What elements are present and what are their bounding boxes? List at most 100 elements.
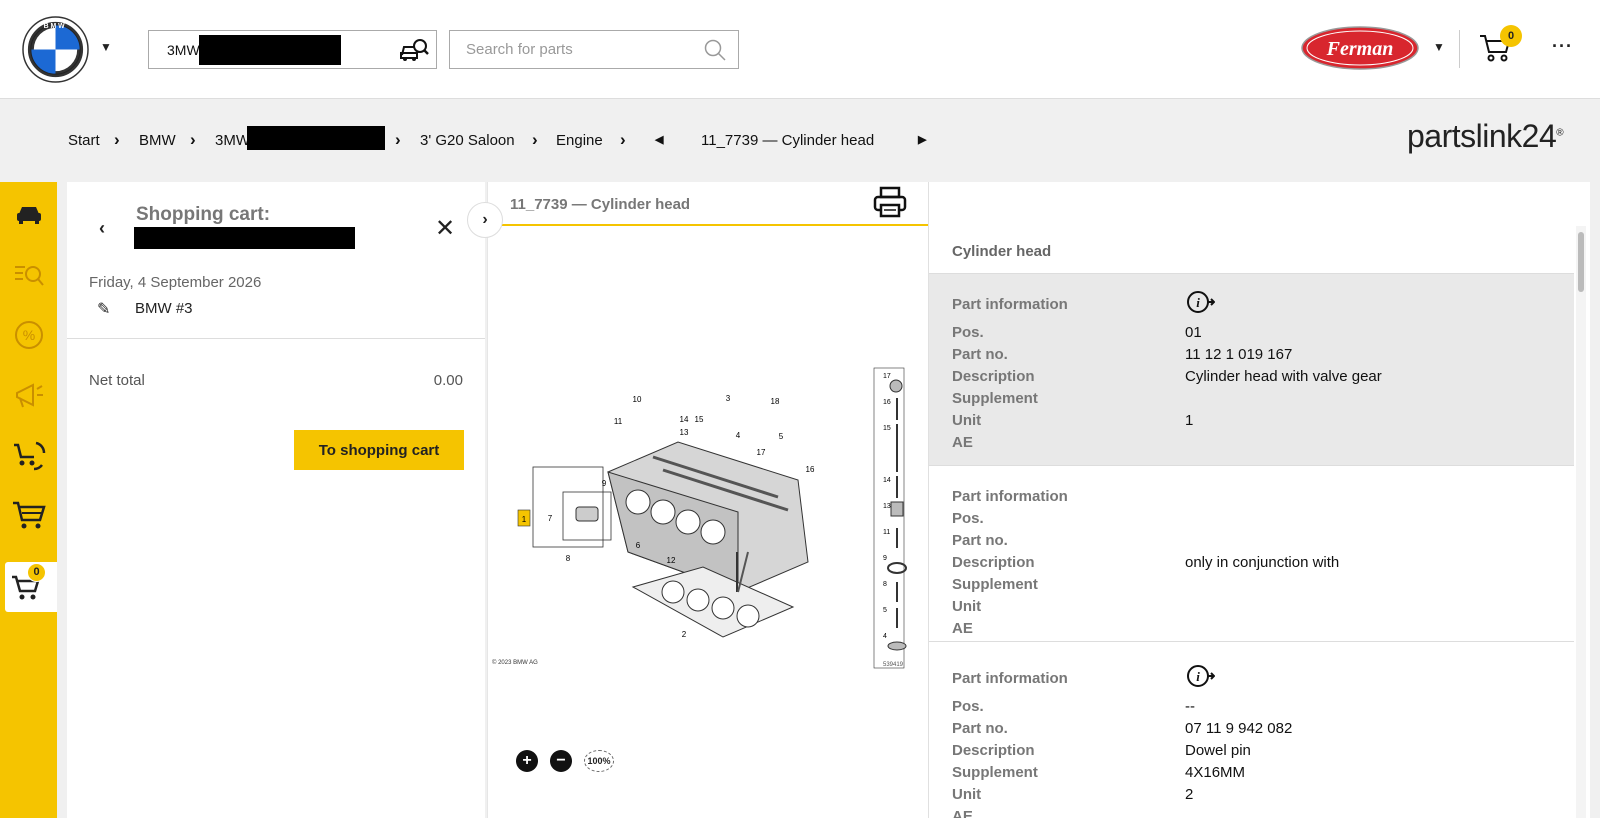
breadcrumb: Start › BMW › 3MW › 3' G20 Saloon › Engi… <box>0 100 1600 180</box>
part-description: Cylinder head with valve gear <box>1185 368 1382 385</box>
breadcrumb-chevron-icon: › <box>114 130 120 149</box>
part-row[interactable]: Part information i Pos. 01 Part no. 11 1… <box>929 273 1574 465</box>
divider <box>67 338 485 339</box>
cart-count-badge: 0 <box>1500 25 1522 47</box>
scrollbar-track[interactable] <box>1576 226 1586 818</box>
callout-11[interactable]: 11 <box>614 417 623 426</box>
top-bar: B M W ▼ 3MW Ferman ▼ 0 ··· <box>0 0 1600 99</box>
callout-13[interactable]: 13 <box>680 428 689 437</box>
part-number[interactable]: 11 12 1 019 167 <box>1185 346 1292 363</box>
left-rail: % <box>0 182 57 818</box>
breadcrumb-vin[interactable]: 3MW <box>215 132 250 149</box>
percent-icon: % <box>15 321 43 349</box>
part-unit: 1 <box>1185 412 1194 429</box>
breadcrumb-chevron-icon: › <box>395 130 401 149</box>
callout-14[interactable]: 14 <box>680 415 689 424</box>
partslink-logo: partslink24® <box>1407 118 1564 154</box>
part-number[interactable]: 07 11 9 942 082 <box>1185 720 1292 737</box>
callout-15[interactable]: 15 <box>695 415 704 424</box>
bmw-logo-icon[interactable]: B M W <box>22 16 89 83</box>
callout-9[interactable]: 9 <box>602 479 607 488</box>
callout-5[interactable]: 5 <box>779 432 784 441</box>
shopping-cart-panel: ‹ Shopping cart: ✕ Friday, 4 September 2… <box>67 182 485 818</box>
previous-diagram-icon[interactable]: ◀ <box>655 133 663 146</box>
offers-rail-item[interactable]: % <box>9 315 49 355</box>
svg-text:1: 1 <box>522 515 527 524</box>
megaphone-icon <box>16 383 43 408</box>
callout-7[interactable]: 7 <box>548 514 553 523</box>
exchange-cart-icon <box>14 441 46 471</box>
zoom-out-button[interactable]: − <box>550 750 572 772</box>
close-icon[interactable]: ✕ <box>435 214 455 243</box>
callout-10[interactable]: 10 <box>633 395 642 404</box>
vin-input[interactable]: 3MW <box>148 30 437 69</box>
cart-date: Friday, 4 September 2026 <box>89 274 262 291</box>
callout-17[interactable]: 17 <box>757 448 766 457</box>
back-chevron-icon[interactable]: ‹ <box>99 218 105 239</box>
edit-pencil-icon[interactable]: ✎ <box>97 299 110 319</box>
redacted-vin <box>199 35 341 65</box>
net-total-label: Net total <box>89 372 145 389</box>
diagram-copyright: © 2023 BMW AG <box>492 659 538 666</box>
svg-text:14: 14 <box>883 477 891 484</box>
callout-4[interactable]: 4 <box>736 431 741 440</box>
zoom-reset-button[interactable]: 100% <box>584 750 614 772</box>
exploded-parts-diagram[interactable]: 1 2 3 4 5 6 7 8 9 10 11 12 13 14 15 16 1… <box>488 362 929 688</box>
header-divider <box>1459 30 1460 68</box>
callout-18[interactable]: 18 <box>771 397 780 406</box>
callout-8[interactable]: 8 <box>566 554 571 563</box>
cart-name: BMW #3 <box>135 300 193 317</box>
exchange-rail-item[interactable] <box>9 435 49 475</box>
svg-text:B M W: B M W <box>44 23 66 30</box>
svg-text:5: 5 <box>883 607 887 614</box>
to-shopping-cart-button[interactable]: To shopping cart <box>294 430 464 470</box>
rail-cart-badge: 0 <box>27 563 46 582</box>
scrollbar-thumb[interactable] <box>1578 232 1584 292</box>
parts-search-input[interactable] <box>466 41 686 58</box>
vehicle-search-icon[interactable] <box>399 37 429 63</box>
svg-text:4: 4 <box>883 633 887 640</box>
part-row: Part information Pos. Part no. Descripti… <box>929 465 1574 641</box>
net-total-value: 0.00 <box>433 372 463 389</box>
dealer-dropdown-caret-icon[interactable]: ▼ <box>1433 40 1445 54</box>
part-section-title: Cylinder head <box>952 243 1052 260</box>
next-diagram-icon[interactable]: ▶ <box>918 133 926 146</box>
callout-6[interactable]: 6 <box>636 541 641 550</box>
svg-text:13: 13 <box>883 503 891 510</box>
dealer-logo[interactable]: Ferman <box>1300 25 1420 71</box>
expand-panel-chevron-icon[interactable]: › <box>467 202 503 238</box>
redacted-cart-id <box>134 227 355 249</box>
news-rail-item[interactable] <box>9 375 49 415</box>
callout-2[interactable]: 2 <box>682 630 687 639</box>
search-list-rail-item[interactable] <box>9 255 49 295</box>
parts-search-field[interactable] <box>449 30 739 69</box>
redacted-vin <box>247 126 385 150</box>
small-parts-strip: 17 16 15 14 13 11 9 8 5 4 <box>873 367 907 669</box>
cart-rail-item[interactable] <box>9 495 49 535</box>
breadcrumb-brand[interactable]: BMW <box>139 132 176 149</box>
info-arrow-icon[interactable]: i <box>1187 290 1215 314</box>
svg-text:17: 17 <box>883 373 891 380</box>
search-icon[interactable] <box>704 39 726 61</box>
shopping-cart-title: Shopping cart: <box>136 204 271 225</box>
callout-16[interactable]: 16 <box>806 465 815 474</box>
search-list-icon <box>15 266 44 286</box>
breadcrumb-model[interactable]: 3' G20 Saloon <box>420 132 515 149</box>
callout-12[interactable]: 12 <box>667 556 676 565</box>
callout-3[interactable]: 3 <box>726 394 731 403</box>
diagram-title: 11_7739 — Cylinder head <box>510 196 691 213</box>
breadcrumb-start[interactable]: Start <box>68 132 100 149</box>
svg-text:%: % <box>23 327 35 343</box>
part-row[interactable]: Part information i Pos. -- Part no. 07 1… <box>929 641 1574 818</box>
part-supplement: 4X16MM <box>1185 764 1246 781</box>
svg-text:8: 8 <box>883 581 887 588</box>
breadcrumb-group[interactable]: Engine <box>556 132 603 149</box>
print-icon[interactable] <box>873 186 907 218</box>
brand-dropdown-caret-icon[interactable]: ▼ <box>100 40 112 54</box>
zoom-in-button[interactable]: + <box>516 750 538 772</box>
info-arrow-icon[interactable]: i <box>1187 664 1215 688</box>
part-info-header: Part information <box>952 488 1068 505</box>
dealer-logo-text: Ferman <box>1326 38 1394 60</box>
more-menu-icon[interactable]: ··· <box>1552 36 1573 57</box>
vehicle-rail-item[interactable] <box>9 195 49 235</box>
